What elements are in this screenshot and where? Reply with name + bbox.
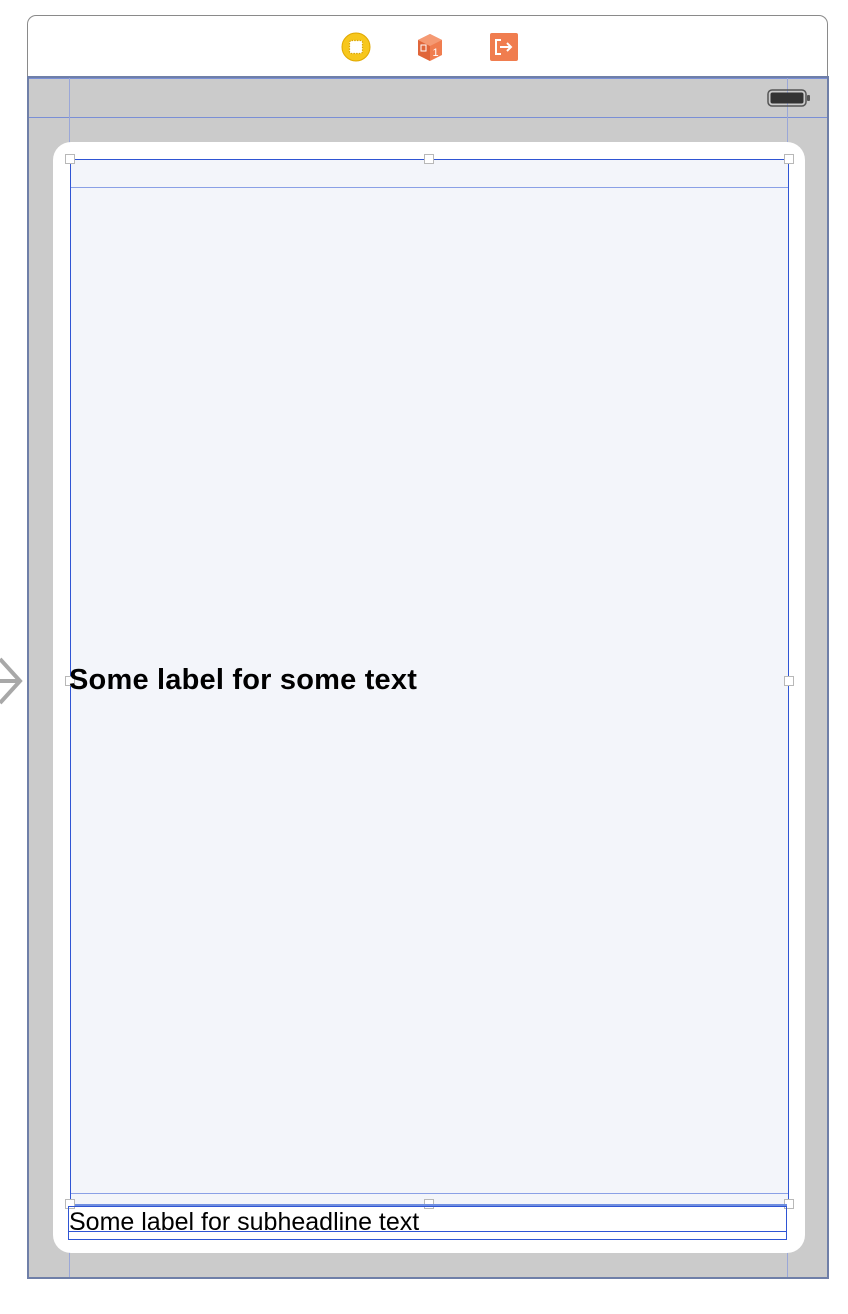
first-responder-icon[interactable]: 1 xyxy=(415,32,445,62)
subheadline-label[interactable]: Some label for subheadline text xyxy=(69,1208,419,1237)
status-bar-bottom-line xyxy=(29,117,827,118)
storyboard-scene: 1 Some label for some text Some label fo… xyxy=(0,0,848,1314)
status-bar-top-line xyxy=(29,78,827,79)
resize-handle-middle-right[interactable] xyxy=(784,676,794,686)
scene-dock: 1 xyxy=(27,15,828,76)
stack-bottom-guide xyxy=(71,1193,788,1194)
stack-top-guide xyxy=(71,187,788,188)
first-responder-badge: 1 xyxy=(432,47,438,59)
battery-icon xyxy=(767,89,810,107)
device-frame: Some label for some text Some label for … xyxy=(27,76,829,1279)
headline-label[interactable]: Some label for some text xyxy=(69,664,417,697)
exit-icon[interactable] xyxy=(489,32,519,62)
entry-point-arrow-icon[interactable] xyxy=(0,655,24,707)
resize-handle-top-left[interactable] xyxy=(65,154,75,164)
resize-handle-top-center[interactable] xyxy=(424,154,434,164)
resize-handle-top-right[interactable] xyxy=(784,154,794,164)
view-controller-icon[interactable] xyxy=(341,32,371,62)
